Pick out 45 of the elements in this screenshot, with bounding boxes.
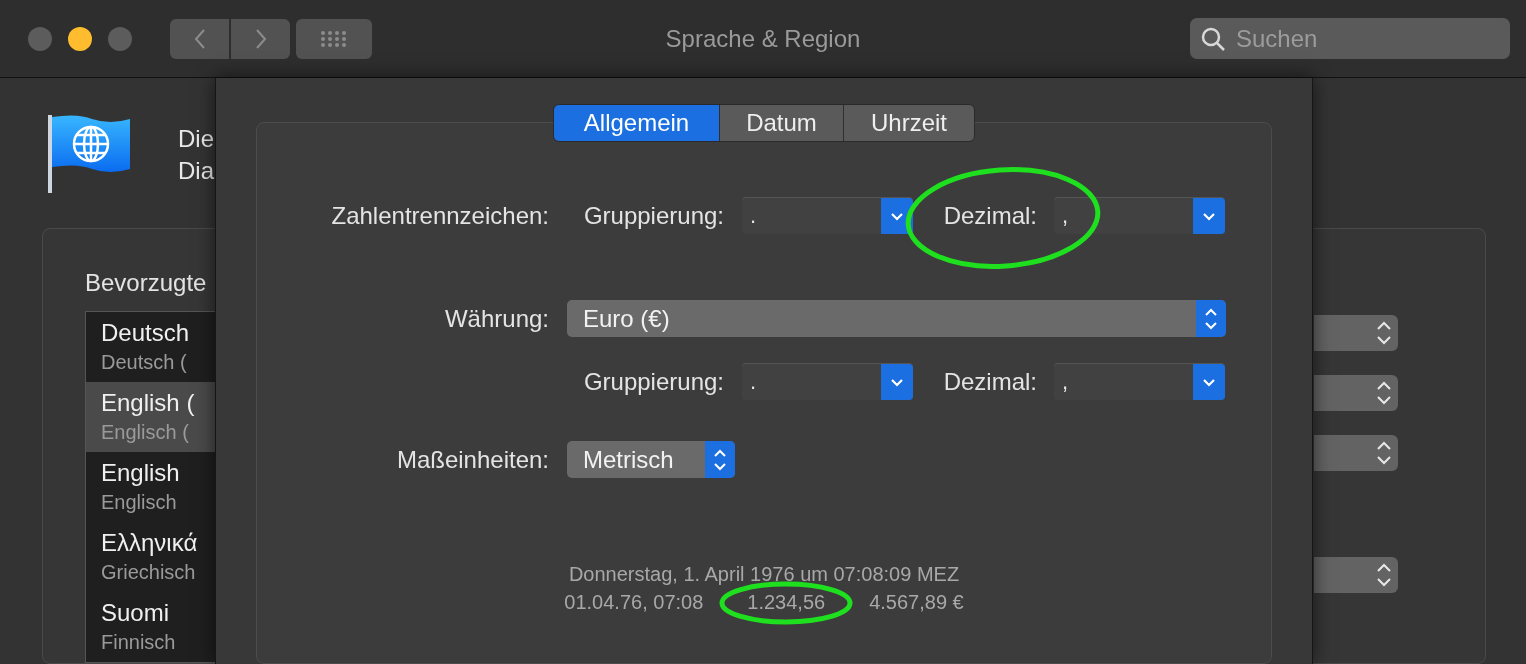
sample-number: 1.234,56 bbox=[747, 590, 826, 615]
tab[interactable]: Allgemein bbox=[554, 105, 719, 141]
combo-box[interactable]: , bbox=[1054, 197, 1225, 234]
field-label: Währung: bbox=[443, 303, 549, 334]
sample-currency: 4.567,89 € bbox=[869, 590, 964, 615]
forward-button[interactable] bbox=[231, 18, 290, 59]
chevron-down-icon bbox=[890, 377, 904, 387]
combo-box[interactable]: . bbox=[742, 197, 913, 234]
up-down-chevron-icon bbox=[1376, 440, 1392, 466]
up-down-chevron-icon bbox=[1376, 380, 1392, 406]
popup-button[interactable] bbox=[1314, 315, 1398, 351]
field-label: Dezimal: bbox=[942, 366, 1037, 397]
search-icon bbox=[1200, 26, 1226, 52]
chevron-left-icon bbox=[193, 27, 206, 50]
field-label: Maßeinheiten: bbox=[395, 444, 549, 475]
field-label: Gruppierung: bbox=[582, 366, 724, 397]
chevron-right-icon bbox=[254, 27, 267, 50]
section-label: Bevorzugte bbox=[85, 268, 207, 298]
tab[interactable]: Datum bbox=[719, 105, 843, 141]
sample-date-long: Donnerstag, 1. April 1976 um 07:08:09 MEZ bbox=[568, 562, 960, 587]
field-label: Zahlentrennzeichen: bbox=[330, 200, 549, 231]
window-title: Sprache & Region bbox=[665, 24, 861, 54]
sample-date-short: 01.04.76, 07:08 bbox=[564, 590, 704, 615]
up-down-chevron-icon bbox=[1376, 562, 1392, 588]
description-text: Die bbox=[178, 124, 214, 154]
popup-button[interactable] bbox=[1314, 375, 1398, 411]
search-field[interactable]: Suchen bbox=[1190, 18, 1510, 59]
tab[interactable]: Uhrzeit bbox=[843, 105, 974, 141]
chevron-down-icon bbox=[1202, 377, 1216, 387]
combo-box[interactable]: . bbox=[742, 363, 913, 400]
field-label: Gruppierung: bbox=[582, 200, 724, 231]
popup-button[interactable] bbox=[1314, 557, 1398, 593]
minimize-button[interactable] bbox=[68, 26, 92, 51]
combo-box[interactable]: , bbox=[1054, 363, 1225, 400]
field-label: Dezimal: bbox=[942, 200, 1037, 231]
up-down-chevron-icon bbox=[1376, 320, 1392, 346]
back-button[interactable] bbox=[170, 18, 229, 59]
show-all-button[interactable] bbox=[296, 18, 372, 59]
chevron-down-icon bbox=[890, 211, 904, 221]
description-text: Dia bbox=[178, 156, 214, 186]
popup-button[interactable] bbox=[1314, 435, 1398, 471]
grid-icon bbox=[320, 29, 348, 48]
chevron-down-icon bbox=[1202, 211, 1216, 221]
popup-button[interactable]: Euro (€) bbox=[567, 300, 1226, 337]
popup-button[interactable]: Metrisch bbox=[567, 441, 735, 478]
